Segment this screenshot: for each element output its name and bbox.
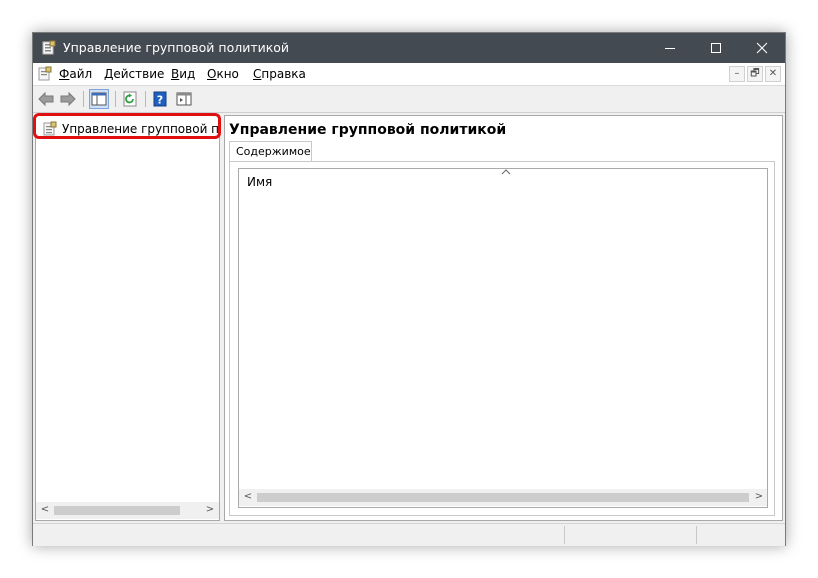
toolbar-separator	[115, 91, 116, 107]
scrollbar-thumb[interactable]	[257, 493, 749, 502]
mdi-close-button[interactable]: ✕	[765, 66, 781, 82]
toolbar-separator	[83, 91, 84, 107]
close-icon	[756, 42, 768, 54]
status-bar	[33, 523, 785, 546]
menu-help[interactable]: Справка	[253, 67, 306, 81]
title-bar[interactable]: Управление групповой политикой	[33, 33, 785, 63]
mdi-restore-button[interactable]: 🗗	[747, 66, 763, 82]
red-highlight-annotation	[33, 113, 221, 139]
scroll-left-icon[interactable]: <	[242, 491, 254, 503]
tab-label: Содержимое	[236, 145, 311, 158]
column-header-label: Имя	[247, 175, 273, 189]
minimize-button[interactable]	[647, 33, 693, 63]
forward-arrow-icon[interactable]	[59, 90, 77, 108]
toolbar-separator	[145, 91, 146, 107]
minimize-icon	[665, 48, 675, 49]
contents-list-view[interactable]: Имя < >	[238, 168, 768, 508]
scroll-right-icon[interactable]: >	[204, 504, 216, 516]
status-divider	[696, 526, 697, 544]
status-divider	[564, 526, 565, 544]
scrollbar-thumb[interactable]	[54, 506, 180, 515]
list-horizontal-scrollbar[interactable]: < >	[239, 489, 767, 506]
sort-ascending-icon	[501, 169, 511, 175]
panel-title: Управление групповой политикой	[229, 122, 507, 138]
menu-view[interactable]: Вид	[171, 67, 195, 81]
show-hide-tree-icon	[91, 92, 107, 106]
back-arrow-icon[interactable]	[37, 90, 55, 108]
menu-bar: Файл Действие Вид Окно Справка – 🗗 ✕	[33, 63, 785, 86]
gpm-app-icon	[42, 40, 56, 55]
window-title: Управление групповой политикой	[63, 40, 290, 55]
result-pane: Управление групповой политикой Содержимо…	[224, 115, 783, 521]
console-tree-pane: Управление групповой поли < >	[35, 115, 220, 521]
help-icon[interactable]: ?	[151, 90, 169, 108]
maximize-button[interactable]	[693, 33, 739, 63]
scroll-left-icon[interactable]: <	[39, 504, 51, 516]
menu-file[interactable]: Файл	[59, 67, 92, 81]
gpm-window: Управление групповой политикой Файл Дейс…	[32, 32, 786, 546]
show-hide-tree-button[interactable]	[89, 89, 109, 109]
toolbar: ?	[33, 86, 785, 113]
action-pane-icon[interactable]	[175, 90, 193, 108]
refresh-icon[interactable]	[121, 90, 139, 108]
close-button[interactable]	[739, 33, 785, 63]
mdi-minimize-button[interactable]: –	[729, 66, 745, 82]
document-icon[interactable]	[37, 66, 53, 82]
menu-window[interactable]: Окно	[207, 67, 239, 81]
scroll-right-icon[interactable]: >	[753, 491, 765, 503]
tab-contents[interactable]: Содержимое	[229, 141, 312, 161]
menu-action[interactable]: Действие	[104, 67, 164, 81]
tab-content-area: Имя < >	[229, 161, 775, 516]
svg-text:?: ?	[157, 94, 163, 107]
column-header-name[interactable]: Имя	[239, 169, 767, 191]
maximize-icon	[711, 43, 721, 53]
tree-horizontal-scrollbar[interactable]: < >	[36, 502, 219, 519]
